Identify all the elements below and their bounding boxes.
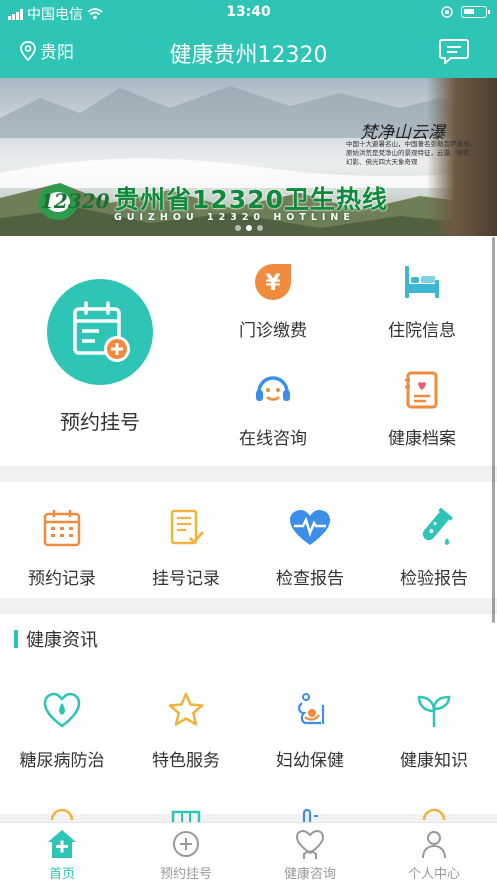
carousel-indicator bbox=[0, 225, 497, 231]
heartbeat-icon bbox=[290, 510, 330, 545]
tab-appointment-label: 预约挂号 bbox=[159, 867, 212, 882]
records-section: 预约记录 挂号记录 检查报告 检验报告 bbox=[0, 482, 497, 598]
banner-carousel[interactable]: 梵净山云瀑 中国十大避暑名山，中国著名弥勒菩萨道场，原始洪荒是梵净山的景观特征，… bbox=[0, 78, 497, 236]
next-row-icon-peek bbox=[372, 808, 496, 822]
lab-report-label: 检验报告 bbox=[400, 569, 468, 589]
bottom-tab-bar: 首页 预约挂号 健康咨询 个人中心 bbox=[0, 822, 497, 884]
appointment-record-button[interactable]: 预约记录 bbox=[0, 506, 124, 589]
checklist-icon bbox=[170, 509, 205, 545]
tab-consult[interactable]: 健康咨询 bbox=[248, 827, 372, 882]
maternal-child-label: 妇幼保健 bbox=[276, 751, 344, 771]
message-icon bbox=[439, 39, 469, 66]
tab-appointment[interactable]: 预约挂号 bbox=[124, 827, 248, 882]
headset-icon bbox=[256, 376, 290, 401]
tab-profile-label: 个人中心 bbox=[407, 867, 460, 882]
svg-text:¥: ¥ bbox=[265, 271, 281, 296]
quick-services: 预约挂号 ¥ 门诊缴费 住院信息 在线咨询 健康档案 bbox=[0, 236, 497, 466]
banner-description: 中国十大避暑名山，中国著名弥勒菩萨道场，原始洪荒是梵净山的景观特征，云瀑、禅雾、… bbox=[346, 140, 476, 166]
hotline-logo: 12320 bbox=[38, 184, 110, 220]
registration-record-button[interactable]: 挂号记录 bbox=[124, 506, 248, 589]
diabetes-button[interactable]: 糖尿病防治 bbox=[0, 690, 124, 771]
online-consult-button[interactable]: 在线咨询 bbox=[208, 368, 338, 449]
outpatient-payment-label: 门诊缴费 bbox=[239, 321, 307, 341]
hotline-logo-text: 12320 bbox=[40, 189, 110, 213]
appointment-label: 预约挂号 bbox=[60, 410, 140, 434]
carousel-dot-active bbox=[245, 225, 252, 231]
section-title: 健康资讯 bbox=[26, 630, 98, 651]
next-row-icon-peek bbox=[124, 808, 248, 822]
carousel-dot bbox=[256, 225, 263, 231]
next-row-icon-peek bbox=[0, 808, 124, 822]
banner-hotline-english: GUIZHOU 12320 HOTLINE bbox=[114, 212, 355, 223]
plus-circle-icon bbox=[173, 831, 199, 857]
section-header: 健康资讯 bbox=[14, 626, 98, 652]
calendar-icon bbox=[43, 510, 81, 547]
tab-profile[interactable]: 个人中心 bbox=[372, 827, 496, 882]
carousel-dot bbox=[234, 225, 241, 231]
status-time: 13:40 bbox=[226, 4, 271, 20]
exam-report-label: 检查报告 bbox=[276, 569, 344, 589]
lab-report-button[interactable]: 检验报告 bbox=[372, 506, 496, 589]
online-consult-label: 在线咨询 bbox=[239, 429, 307, 449]
user-icon bbox=[422, 831, 446, 859]
health-knowledge-label: 健康知识 bbox=[400, 751, 468, 771]
special-service-button[interactable]: 特色服务 bbox=[124, 690, 248, 771]
health-record-button[interactable]: 健康档案 bbox=[357, 368, 487, 449]
tab-consult-label: 健康咨询 bbox=[283, 867, 336, 882]
section-accent-bar bbox=[14, 630, 18, 648]
sprout-icon bbox=[417, 695, 451, 727]
status-bar: 中国电信 13:40 bbox=[0, 0, 497, 26]
page-title: 健康贵州12320 bbox=[169, 43, 328, 68]
outpatient-payment-button[interactable]: ¥ 门诊缴费 bbox=[208, 260, 338, 341]
orientation-lock-icon bbox=[441, 6, 453, 18]
exam-report-button[interactable]: 检查报告 bbox=[248, 506, 372, 589]
health-knowledge-button[interactable]: 健康知识 bbox=[372, 690, 496, 771]
next-row-icon-peek bbox=[248, 808, 372, 822]
home-icon bbox=[48, 830, 76, 858]
battery-area bbox=[441, 6, 490, 18]
health-record-label: 健康档案 bbox=[388, 429, 456, 449]
message-button[interactable] bbox=[439, 38, 469, 68]
banner-hotline-title: 贵州省12320卫生热线 bbox=[114, 185, 388, 214]
heart-chat-icon bbox=[295, 829, 325, 859]
inpatient-info-button[interactable]: 住院信息 bbox=[357, 260, 487, 341]
test-tube-icon bbox=[422, 508, 453, 545]
special-service-label: 特色服务 bbox=[152, 751, 220, 771]
diabetes-label: 糖尿病防治 bbox=[19, 751, 105, 771]
star-icon bbox=[168, 692, 204, 726]
tab-home-label: 首页 bbox=[48, 867, 75, 882]
appointment-record-label: 预约记录 bbox=[28, 569, 96, 589]
tab-home[interactable]: 首页 bbox=[0, 827, 124, 882]
battery-icon bbox=[461, 6, 490, 18]
mother-child-icon bbox=[298, 693, 325, 725]
appointment-button[interactable] bbox=[47, 279, 153, 385]
health-info-section: 健康资讯 糖尿病防治 特色服务 妇幼保健 健康知识 bbox=[0, 614, 497, 822]
calendar-add-icon bbox=[73, 301, 130, 362]
maternal-child-button[interactable]: 妇幼保健 bbox=[248, 690, 372, 771]
scrollbar[interactable] bbox=[492, 237, 495, 623]
health-record-icon bbox=[405, 371, 438, 409]
drop-heart-icon bbox=[43, 692, 81, 728]
inpatient-info-label: 住院信息 bbox=[388, 321, 456, 341]
registration-record-label: 挂号记录 bbox=[152, 569, 220, 589]
yen-icon: ¥ bbox=[255, 264, 291, 300]
bed-icon bbox=[405, 266, 439, 298]
app-header: 贵阳 健康贵州12320 bbox=[0, 26, 497, 78]
